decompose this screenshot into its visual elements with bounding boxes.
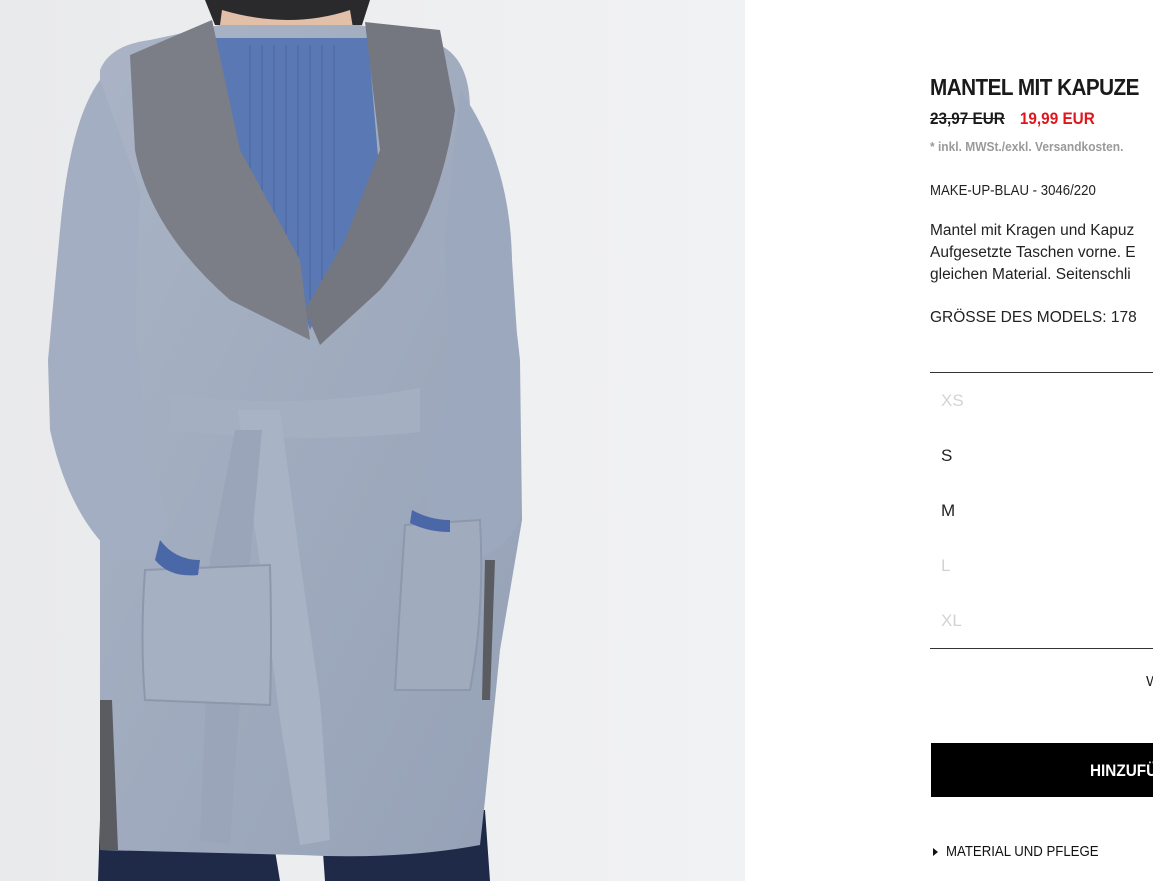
- size-option-l: L: [941, 556, 951, 575]
- product-description: Mantel mit Kragen und Kapuz Aufgesetzte …: [930, 220, 1136, 286]
- size-option-xs: XS: [941, 391, 964, 410]
- description-line: Aufgesetzte Taschen vorne. E: [930, 244, 1136, 261]
- size-option-s[interactable]: S: [930, 428, 1153, 483]
- model-size-info: GRÖSSE DES MODELS: 178: [930, 309, 1137, 326]
- material-and-care-label: MATERIAL UND PFLEGE: [946, 843, 1099, 860]
- coat-model-image: [0, 0, 745, 881]
- product-photo[interactable]: [0, 0, 745, 881]
- description-line: gleichen Material. Seitenschli: [930, 266, 1131, 283]
- description-line: Mantel mit Kragen und Kapuz: [930, 222, 1135, 239]
- add-to-cart-label: HINZUFÜ: [1090, 761, 1153, 780]
- tax-note: * inkl. MWSt./exkl. Versandkosten.: [930, 139, 1124, 154]
- size-guide-link[interactable]: W: [1146, 673, 1153, 690]
- product-details-panel: MANTEL MIT KAPUZE 23,97 EUR 19,99 EUR * …: [930, 0, 1153, 881]
- size-list-divider-bottom: [930, 648, 1153, 649]
- color-reference: MAKE-UP-BLAU - 3046/220: [930, 182, 1096, 199]
- material-and-care-toggle[interactable]: MATERIAL UND PFLEGE: [930, 843, 1119, 860]
- caret-right-icon: [933, 847, 938, 856]
- add-to-cart-button[interactable]: HINZUFÜ: [931, 743, 1153, 797]
- size-option-xl: XL: [941, 611, 962, 630]
- size-selector: XS S M L XL: [930, 373, 1153, 648]
- original-price: 23,97 EUR: [930, 109, 1005, 128]
- size-option-m[interactable]: M: [930, 483, 1153, 538]
- price-row: 23,97 EUR 19,99 EUR: [930, 109, 1095, 129]
- product-title: MANTEL MIT KAPUZE: [930, 74, 1139, 100]
- sale-price: 19,99 EUR: [1019, 109, 1095, 128]
